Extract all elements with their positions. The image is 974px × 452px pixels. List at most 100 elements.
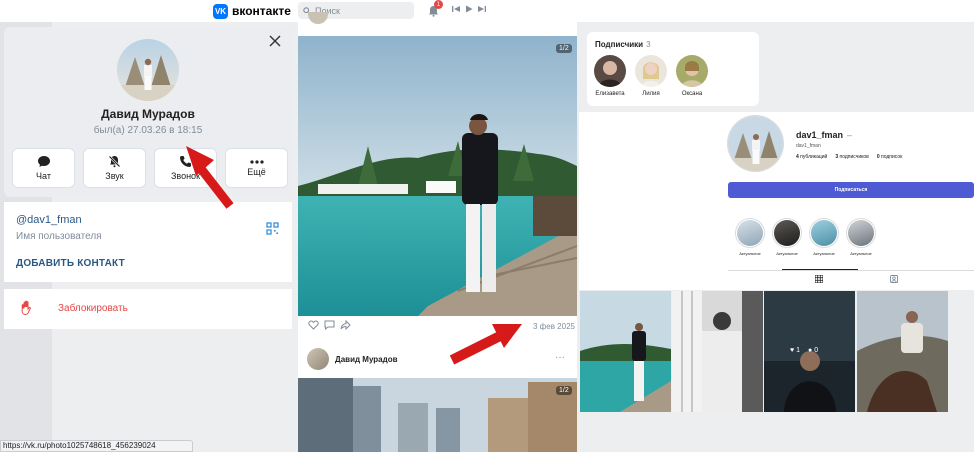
photo-counter: 1/2: [556, 44, 572, 53]
share-icon[interactable]: [340, 320, 351, 330]
grid-icon[interactable]: [815, 275, 823, 283]
highlight-avatar: [735, 218, 765, 248]
followers-stat[interactable]: 3 подписчиков: [835, 154, 869, 160]
followers-label: подписчиков: [839, 154, 869, 160]
previous-track-icon[interactable]: [452, 5, 460, 13]
post-date[interactable]: 3 фев 2025: [533, 322, 575, 331]
post-more-button[interactable]: ···: [555, 352, 565, 363]
search-input[interactable]: [315, 5, 411, 16]
grid-likes: ♥ 1: [790, 347, 801, 354]
more-dots-icon: [249, 159, 264, 164]
active-tab-indicator: [782, 269, 858, 270]
highlight-item[interactable]: Актуальное: [731, 218, 769, 256]
highlight-avatar: [809, 218, 839, 248]
more-button-label: Ещё: [247, 166, 266, 177]
followers-count: 3: [835, 154, 839, 160]
grid-post[interactable]: [857, 291, 948, 412]
vk-logo[interactable]: VK вконтакте: [213, 3, 291, 19]
following-count: 0: [876, 154, 880, 160]
next-post-header: Давид Мурадов: [307, 348, 398, 370]
following-stat[interactable]: 0 подписок: [877, 154, 903, 160]
photo-counter-2: 1/2: [556, 386, 572, 395]
following-label: подписок: [881, 154, 903, 160]
subscriber-item[interactable]: Оксана: [672, 55, 712, 97]
username-caption: Имя пользователя: [16, 231, 102, 242]
notifications-button[interactable]: 1: [428, 0, 443, 22]
subscriber-name: Лилия: [642, 91, 660, 97]
author-name[interactable]: Давид Мурадов: [335, 355, 398, 364]
grid-likes-count: 1: [796, 347, 801, 354]
block-card: [4, 289, 292, 329]
sound-button[interactable]: Звук: [83, 148, 146, 188]
highlight-avatar: [846, 218, 876, 248]
profile-name: Давид Мурадов: [101, 107, 195, 121]
grid-post[interactable]: [580, 291, 671, 412]
bell-off-icon: [108, 155, 121, 168]
grid-post[interactable]: ♥ 1 ● 0: [764, 291, 855, 412]
vk-logo-text: вконтакте: [232, 4, 291, 18]
grid-comments: ● 0: [808, 347, 819, 354]
options-icon[interactable]: –: [847, 130, 852, 140]
subscriber-item[interactable]: Лилия: [631, 55, 671, 97]
chat-button[interactable]: Чат: [12, 148, 75, 188]
subscribers-title-label: Подписчики: [595, 40, 644, 49]
pier-photo: [298, 36, 577, 316]
block-user-button[interactable]: Заблокировать: [58, 303, 128, 314]
avatar-photo: [117, 39, 179, 101]
highlight-item[interactable]: Актуальное: [842, 218, 880, 256]
instagram-avatar[interactable]: [727, 115, 784, 172]
qr-code-icon[interactable]: [266, 222, 279, 235]
subscriber-name: Елизавета: [595, 91, 625, 97]
browser-status-url: https://vk.ru/photo1025748618_456239024: [0, 440, 193, 452]
call-button[interactable]: Звонок: [154, 148, 217, 188]
subscriber-avatar: [594, 55, 626, 87]
post-photo-city[interactable]: 1/2: [298, 378, 577, 452]
instagram-username: dav1_fman –: [796, 130, 852, 140]
top-bar: [0, 0, 974, 22]
tagged-icon[interactable]: [890, 275, 898, 283]
highlight-avatar: [772, 218, 802, 248]
play-icon[interactable]: [465, 5, 473, 13]
posts-label: публикаций: [800, 154, 828, 160]
post-photo-pier[interactable]: 1/2: [298, 36, 577, 316]
subscriber-item[interactable]: Елизавета: [590, 55, 630, 97]
highlight-label: Актуальное: [739, 251, 761, 256]
highlight-label: Актуальное: [813, 251, 835, 256]
posts-stat[interactable]: 4 публикаций: [796, 154, 827, 160]
instagram-tabs: [728, 270, 974, 288]
highlight-item[interactable]: Актуальное: [768, 218, 806, 256]
subscriber-name: Оксана: [681, 91, 703, 97]
grid-comments-count: 0: [814, 347, 819, 354]
like-icon[interactable]: [308, 320, 319, 330]
close-icon[interactable]: [268, 34, 282, 48]
chat-button-label: Чат: [36, 171, 51, 181]
highlight-item[interactable]: Актуальное: [805, 218, 843, 256]
profile-actions: Чат Звук Звонок Ещё: [12, 148, 288, 188]
comment-icon[interactable]: [324, 320, 335, 330]
last-seen-status: был(а) 27.03.26 в 18:15: [93, 125, 203, 136]
subscribers-count: 3: [646, 40, 651, 49]
audio-player-controls: [452, 5, 486, 13]
next-track-icon[interactable]: [478, 5, 486, 13]
phone-icon: [180, 156, 191, 167]
highlight-label: Актуальное: [850, 251, 872, 256]
grid-post-overlay: ♥ 1 ● 0: [790, 347, 818, 354]
subscribers-title[interactable]: Подписчики 3: [595, 40, 651, 49]
subscriber-avatar: [676, 55, 708, 87]
username-link[interactable]: @dav1_fman: [16, 214, 82, 226]
instagram-username-sub: dav1_fman: [796, 143, 821, 149]
profile-avatar[interactable]: [117, 39, 179, 101]
city-photo: [298, 378, 577, 452]
vk-logo-mark: VK: [213, 3, 228, 19]
follow-button[interactable]: Подписаться: [728, 182, 974, 198]
hand-stop-icon: [21, 300, 31, 316]
chat-bubble-icon: [37, 156, 50, 167]
subscriber-avatar: [635, 55, 667, 87]
grid-post[interactable]: [672, 291, 763, 412]
instagram-stats: 4 публикаций 3 подписчиков 0 подписок: [796, 154, 902, 160]
sound-button-label: Звук: [105, 171, 124, 181]
author-avatar[interactable]: [307, 348, 329, 370]
add-contact-button[interactable]: ДОБАВИТЬ КОНТАКТ: [16, 258, 125, 269]
more-button[interactable]: Ещё: [225, 148, 288, 188]
instagram-username-text: dav1_fman: [796, 130, 844, 140]
